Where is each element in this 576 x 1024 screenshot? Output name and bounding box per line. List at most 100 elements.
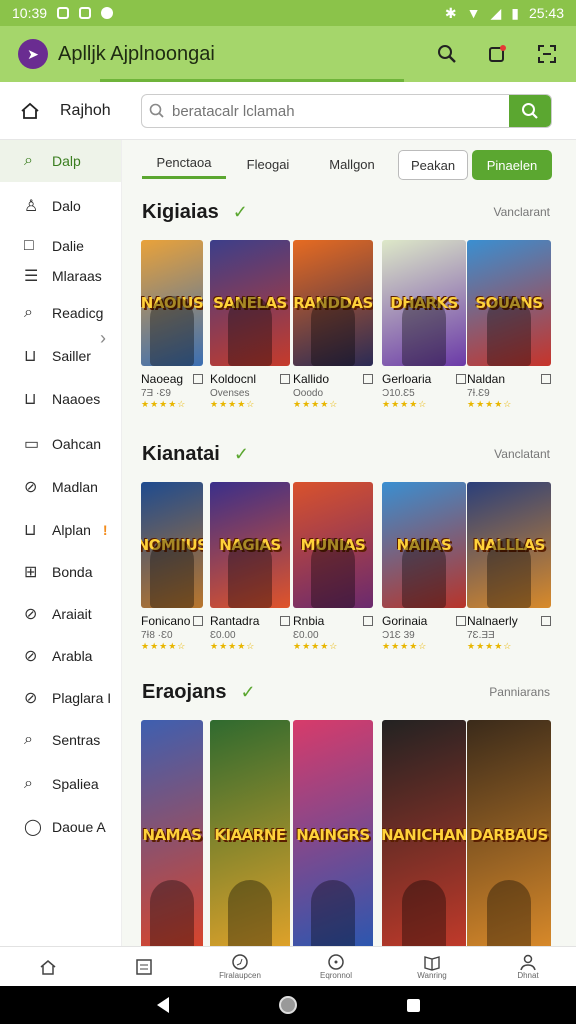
section-see-more-link[interactable]: Vanclatant: [494, 447, 550, 461]
game-card[interactable]: KIAARNE: [210, 720, 290, 946]
nav-discover[interactable]: Eqronnol: [296, 953, 376, 980]
tab-2[interactable]: Fleogai: [226, 151, 310, 178]
game-cover-image[interactable]: RANDDAS: [293, 240, 373, 366]
bookmark-icon[interactable]: [280, 374, 290, 384]
search-icon[interactable]: [436, 43, 458, 65]
nav-list[interactable]: [104, 958, 184, 976]
card-title-row: Nalnaerly: [467, 614, 551, 628]
game-cover-image[interactable]: NAIIAS: [382, 482, 466, 608]
grid-icon: ⊞: [24, 564, 38, 581]
game-cover-image[interactable]: MUNIAS: [293, 482, 373, 608]
game-card[interactable]: SANELAS Koldocnl Ovenses ★★★★☆: [210, 240, 290, 410]
section-see-more-link[interactable]: Panniarans: [489, 685, 550, 699]
game-card[interactable]: DHARKS Gerloaria Ɔ10.Ɛ5 ★★★★☆: [382, 240, 466, 410]
list-icon: [136, 958, 152, 975]
search-input[interactable]: [172, 102, 509, 120]
game-cover-image[interactable]: NAINGRS: [293, 720, 373, 946]
sidebar-item[interactable]: ☰ Mlaraas: [0, 255, 121, 297]
game-cover-image[interactable]: NOMIIUS: [141, 482, 203, 608]
nav-explore[interactable]: Flralaupcen: [200, 953, 280, 980]
character-figure: [487, 296, 531, 366]
sidebar-item[interactable]: ▭ Oahcan: [0, 423, 121, 465]
bookmark-icon[interactable]: [541, 616, 551, 626]
game-subtitle: Ovenses: [210, 388, 250, 399]
game-card[interactable]: SOUANS Naldan 7Ɨ.Ɛ9 ★★★★☆: [467, 240, 551, 410]
filter-button[interactable]: Peakan: [398, 150, 468, 180]
check-icon: ✓: [232, 201, 248, 222]
qr-scan-icon[interactable]: [536, 43, 558, 65]
game-card[interactable]: NAOIUS Naoeag 7Ǝ ·Ɛ9 ★★★★☆: [141, 240, 203, 410]
sidebar-item[interactable]: ⊔ Alplan!: [0, 509, 121, 551]
bookmark-icon[interactable]: [456, 374, 466, 384]
bookmark-icon[interactable]: [363, 374, 373, 384]
status-bar: 10:39 ✱ ▼ ◢ ▮ 25:43: [0, 0, 576, 26]
sidebar-item[interactable]: ⌕ Spaliea: [0, 763, 121, 805]
nav-discover-label: Eqronnol: [319, 971, 353, 980]
sidebar: ⌕ Dalp ♙ Dalo □ Dalie ☰ Mlaraas ⌕ Readicg ⊔ Sailler…: [0, 140, 122, 946]
back-icon[interactable]: [156, 997, 169, 1013]
game-cover-image[interactable]: DHARKS: [382, 240, 466, 366]
person-icon: [520, 954, 536, 971]
character-figure: [311, 880, 355, 946]
cart-icon: ⊔: [24, 391, 37, 408]
sidebar-item[interactable]: ⊔ Naaoes: [0, 378, 121, 420]
game-cover-image[interactable]: NANICHAN: [382, 720, 466, 946]
game-card[interactable]: RANDDAS Kallido Ooodo ★★★★☆: [293, 240, 373, 410]
sidebar-item[interactable]: ⊘ Araiait: [0, 593, 121, 635]
section-title: Kianatai: [142, 442, 220, 465]
game-cover-image[interactable]: NAOIUS: [141, 240, 203, 366]
game-card[interactable]: NAIIAS Gorinaia Ɔ1Ɛ 39 ★★★★☆: [382, 482, 466, 652]
game-card[interactable]: DARBAUS: [467, 720, 551, 946]
home-circle-icon[interactable]: [278, 996, 297, 1014]
game-cover-image[interactable]: NAMAS: [141, 720, 203, 946]
sidebar-item-label: Readicg: [52, 305, 104, 321]
game-cover-image[interactable]: NALLLAS: [467, 482, 551, 608]
tab-1[interactable]: Penctaoa: [142, 149, 226, 179]
game-card[interactable]: MUNIAS Rnbia Ɛ0.00 ★★★★☆: [293, 482, 373, 652]
game-cover-image[interactable]: SANELAS: [210, 240, 290, 366]
game-cover-image[interactable]: DARBAUS: [467, 720, 551, 946]
sidebar-item[interactable]: ⊞ Bonda: [0, 551, 121, 593]
notifications-icon[interactable]: [486, 43, 508, 65]
game-cover-image[interactable]: KIAARNE: [210, 720, 290, 946]
nav-home[interactable]: [8, 958, 88, 976]
chevron-right-icon[interactable]: ›: [100, 328, 106, 349]
game-card[interactable]: NOMIIUS Fonicano 7Ɨ8 ·Ɛ0 ★★★★☆: [141, 482, 203, 652]
bookmark-icon[interactable]: [280, 616, 290, 626]
bookmark-icon[interactable]: [193, 374, 203, 384]
game-card[interactable]: NALLLAS Nalnaerly 7Ɛ.ƎƎ ★★★★☆: [467, 482, 551, 652]
game-cover-image[interactable]: SOUANS: [467, 240, 551, 366]
primary-action-button[interactable]: Pinaelen: [472, 150, 552, 180]
home-icon[interactable]: [0, 101, 60, 121]
home-label[interactable]: Rajhoh: [60, 102, 140, 120]
bookmark-icon[interactable]: [363, 616, 373, 626]
game-card[interactable]: NAINGRS: [293, 720, 373, 946]
sidebar-item[interactable]: ◯ Daoue A: [0, 806, 121, 848]
game-card[interactable]: NANICHAN: [382, 720, 466, 946]
main-content: Penctaoa Fleogai Mallgon Peakan Pinaelen…: [122, 140, 576, 946]
game-card[interactable]: NAGIAS Rantadra Ɛ0.00 ★★★★☆: [210, 482, 290, 652]
recent-apps-icon[interactable]: [406, 998, 420, 1012]
sidebar-item[interactable]: ⊘ Plaglara I: [0, 677, 121, 719]
game-title: Fonicano: [141, 614, 191, 628]
tab-3[interactable]: Mallgon: [310, 151, 394, 178]
sidebar-item[interactable]: ♙ Dalo: [0, 185, 121, 227]
sidebar-item[interactable]: ⌕ Sentras: [0, 719, 121, 761]
section-see-more-link[interactable]: Vanclarant: [494, 205, 550, 219]
compass-icon: ⊘: [24, 690, 38, 707]
bookmark-icon[interactable]: [193, 616, 203, 626]
nav-profile[interactable]: Dhnat: [488, 953, 568, 980]
game-card[interactable]: NAMAS: [141, 720, 203, 946]
bookmark-icon[interactable]: [541, 374, 551, 384]
search-submit-button[interactable]: [509, 95, 551, 127]
game-cover-image[interactable]: NAGIAS: [210, 482, 290, 608]
card-title-row: Naldan: [467, 372, 551, 386]
sidebar-item[interactable]: ⊘ Madlan: [0, 466, 121, 508]
sidebar-item[interactable]: ⌕ Dalp: [0, 140, 121, 182]
notification-icon: [57, 7, 70, 19]
bookmark-icon[interactable]: [456, 616, 466, 626]
cover-title: DARBAUS: [470, 826, 548, 844]
nav-library[interactable]: Wanring: [392, 953, 472, 980]
sidebar-item[interactable]: ⊘ Arabla: [0, 635, 121, 677]
app-logo-icon[interactable]: ➤: [18, 39, 48, 69]
